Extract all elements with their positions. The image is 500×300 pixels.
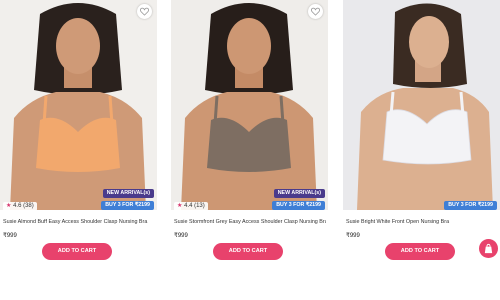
offer-badge: BUY 3 FOR ₹2199 bbox=[101, 201, 154, 210]
star-icon: ★ bbox=[177, 203, 183, 209]
shopping-fab-icon[interactable] bbox=[479, 239, 498, 258]
rating-badge: ★ 4.4 (13) bbox=[174, 202, 208, 211]
rating-badge: ★ 4.6 (38) bbox=[3, 202, 37, 211]
product-image[interactable] bbox=[171, 0, 328, 210]
add-to-cart-button[interactable]: ADD TO CART bbox=[42, 243, 112, 260]
product-price: ₹999 bbox=[346, 233, 360, 239]
star-icon: ★ bbox=[6, 203, 12, 209]
wishlist-heart-icon[interactable] bbox=[308, 4, 323, 19]
product-card[interactable]: ★ 4.4 (13) NEW ARRIVAL(s) BUY 3 FOR ₹219… bbox=[171, 0, 328, 268]
product-price: ₹999 bbox=[174, 233, 188, 239]
product-grid: ★ 4.6 (38) NEW ARRIVAL(s) BUY 3 FOR ₹219… bbox=[0, 0, 500, 300]
product-card[interactable]: ★ 4.6 (38) NEW ARRIVAL(s) BUY 3 FOR ₹219… bbox=[0, 0, 157, 268]
product-card[interactable]: BUY 3 FOR ₹2199 Susie Bright White Front… bbox=[343, 0, 500, 268]
product-image[interactable] bbox=[0, 0, 157, 210]
product-name[interactable]: Susie Stormfront Grey Easy Access Should… bbox=[174, 219, 326, 225]
new-arrival-badge: NEW ARRIVAL(s) bbox=[273, 189, 325, 198]
add-to-cart-button[interactable]: ADD TO CART bbox=[213, 243, 283, 260]
rating-text: 4.6 (38) bbox=[13, 203, 34, 209]
rating-text: 4.4 (13) bbox=[184, 203, 205, 209]
product-name[interactable]: Susie Almond Buff Easy Access Shoulder C… bbox=[3, 219, 155, 225]
offer-badge: BUY 3 FOR ₹2199 bbox=[272, 201, 325, 210]
offer-badge: BUY 3 FOR ₹2199 bbox=[444, 201, 497, 210]
new-arrival-badge: NEW ARRIVAL(s) bbox=[102, 189, 154, 198]
product-price: ₹999 bbox=[3, 233, 17, 239]
add-to-cart-button[interactable]: ADD TO CART bbox=[385, 243, 455, 260]
wishlist-heart-icon[interactable] bbox=[137, 4, 152, 19]
product-name[interactable]: Susie Bright White Front Open Nursing Br… bbox=[346, 219, 498, 225]
product-image[interactable] bbox=[343, 0, 500, 210]
